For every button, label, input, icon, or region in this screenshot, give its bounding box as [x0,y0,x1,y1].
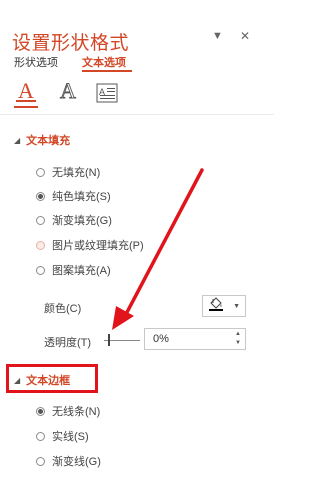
annotation-arrow [112,168,204,330]
border-section-header[interactable]: ◢ 文本边框 [14,372,70,388]
collapse-triangle-icon: ◢ [14,375,21,385]
border-section-title: 文本边框 [26,375,71,387]
option-label: 无线条(N) [52,406,101,418]
radio-solid-line[interactable]: 实线(S) [36,428,89,444]
radio-button[interactable] [36,456,45,466]
radio-button[interactable] [36,406,45,416]
option-label: 实线(S) [52,431,89,443]
radio-button[interactable] [36,431,45,441]
radio-no-line[interactable]: 无线条(N) [36,403,100,419]
option-label: 渐变线(G) [52,456,101,468]
radio-gradient-line[interactable]: 渐变线(G) [36,453,101,469]
